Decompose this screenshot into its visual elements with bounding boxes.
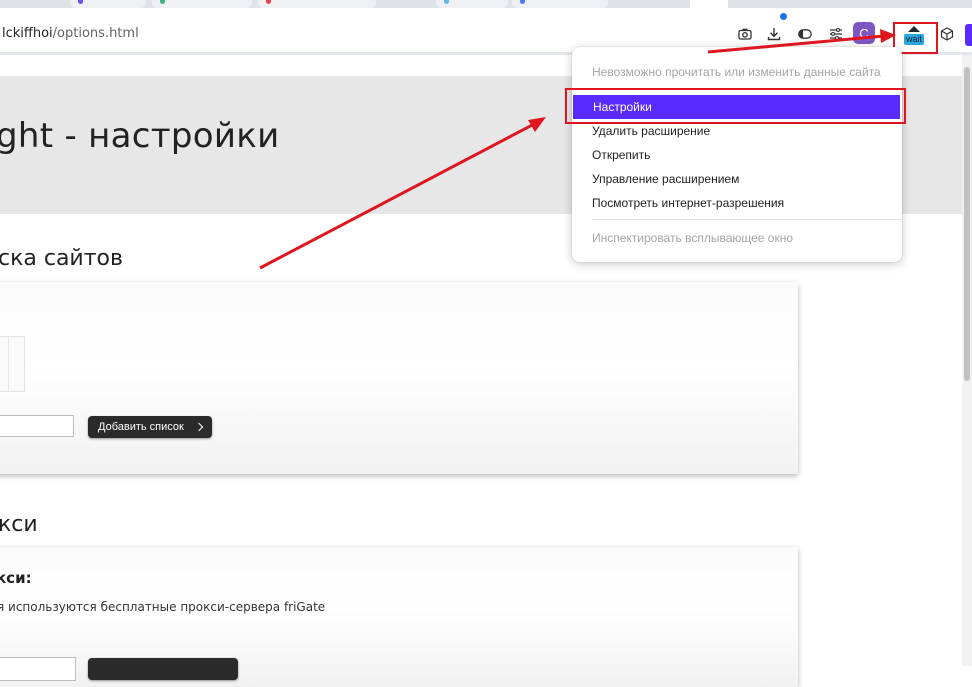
browser-tab[interactable]	[258, 0, 376, 8]
extensions-cube-icon[interactable]	[937, 24, 957, 44]
proxy-add-button[interactable]	[88, 658, 238, 680]
sites-card	[0, 282, 798, 474]
side-panel-button[interactable]	[965, 24, 972, 46]
active-tab[interactable]	[690, 0, 728, 8]
menu-item-view-permissions[interactable]: Посмотреть интернет-разрешения	[572, 191, 902, 215]
menu-item-inspect-popup: Инспектировать всплывающее окно	[592, 231, 794, 245]
proxy-input[interactable]	[0, 657, 76, 681]
reading-mode-icon[interactable]	[795, 24, 815, 44]
extension-context-menu: Невозможно прочитать или изменить данные…	[572, 47, 902, 262]
browser-tab[interactable]	[152, 0, 252, 8]
page-title: ght - настройки	[0, 116, 280, 156]
browser-tab[interactable]	[70, 0, 146, 8]
browser-tab[interactable]	[512, 0, 608, 8]
menu-item-manage-extension[interactable]: Управление расширением	[572, 167, 902, 191]
download-indicator-dot	[780, 13, 787, 20]
annotation-highlight-settings	[565, 88, 906, 124]
proxy-description: я используются бесплатные прокси-сервера…	[0, 600, 326, 614]
scrollbar-thumb[interactable]	[964, 67, 970, 381]
page-scrollbar[interactable]	[962, 55, 972, 666]
camera-icon[interactable]	[735, 24, 755, 44]
sites-list-box[interactable]	[0, 336, 25, 392]
url-path: /options.html	[52, 26, 139, 41]
url-host: lckiffhoi	[2, 26, 53, 41]
address-bar[interactable]: lckiffhoi/options.html	[2, 26, 139, 41]
menu-item-cannot-read: Невозможно прочитать или изменить данные…	[592, 65, 881, 79]
section-title-sites: ска сайтов	[0, 246, 123, 271]
menu-item-unpin[interactable]: Открепить	[572, 143, 902, 167]
add-list-button[interactable]: Добавить список	[88, 416, 212, 438]
profile-avatar[interactable]: C	[853, 22, 875, 44]
browser-tab[interactable]	[436, 0, 508, 8]
menu-separator	[592, 219, 902, 220]
tab-strip	[0, 0, 972, 8]
add-list-button-label: Добавить список	[98, 421, 184, 433]
download-icon[interactable]	[764, 24, 784, 44]
proxy-subtitle: кси:	[0, 569, 32, 587]
section-title-proxy: кси	[0, 512, 38, 537]
list-name-input[interactable]	[0, 415, 74, 437]
tab-search-icon[interactable]	[826, 24, 846, 44]
chevron-right-icon	[194, 422, 204, 432]
